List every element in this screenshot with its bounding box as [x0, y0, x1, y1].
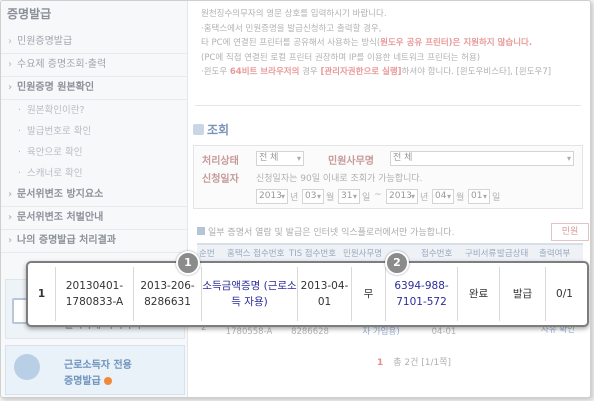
highlighted-row: 1 20130401-1780833-A 2013-206-8286631 소득…: [26, 261, 589, 327]
notice-highlight: 원도우 공유 프린터)은 지원하지 않습니다.: [380, 38, 533, 48]
notice-highlight: 64비트 브라우저의: [229, 67, 300, 77]
row-number-text: 1: [37, 288, 46, 300]
status-cell: 완료: [458, 267, 500, 321]
print-count-cell: 0/1: [556, 288, 573, 300]
table-header-cell: 구비서류: [465, 249, 497, 259]
table-header-cell: 발급상태: [497, 249, 529, 259]
info-icon: [197, 227, 205, 235]
sidebar-menu: 민원증명발급 수요제 증명조회·출력 민원증명 원본확인 원본확인이란? 발급번…: [1, 31, 187, 253]
status-select[interactable]: 전 체: [256, 151, 304, 166]
person-icon: [14, 354, 40, 380]
table-header-cell: 순번: [199, 249, 215, 259]
notice-line: ·홈택스에서 민원증명을 발급신청하고 출력할 경우,: [201, 23, 382, 34]
unit-month: 월: [456, 193, 465, 203]
sidebar: 증명발급 민원증명발급 수요제 증명조회·출력 민원증명 원본확인 원본확인이란…: [1, 1, 188, 397]
date-hint: 신청일자는 90일 이내로 조회가 가능합니다.: [256, 174, 423, 184]
from-month-select[interactable]: 03: [302, 189, 324, 204]
to-day-select[interactable]: 01: [468, 189, 490, 204]
section-title: 조회: [193, 121, 229, 138]
notice-text: 경우: [299, 67, 321, 77]
unit-day: 일: [492, 193, 501, 203]
to-year-select[interactable]: 2013: [386, 189, 418, 204]
browser-notice: 일부 증명서 열람 및 발급은 인터넷 익스플로러에서만 가능합니다.: [197, 225, 454, 238]
notice-highlight: [관리자권한으로 실행]: [320, 67, 402, 77]
table-header-cell: 접수번호: [421, 249, 453, 259]
notice-text: 타 PC에 연결된 프린터를 공유해서 사용하는 방식(: [201, 38, 381, 48]
divider: [195, 105, 581, 106]
date-label: 신청일자: [202, 174, 239, 185]
row-number: 1: [28, 267, 56, 321]
receipt-number-link[interactable]: 6394-988-7101-572: [386, 267, 458, 321]
sidebar-subitem-what-is[interactable]: 원본확인이란?: [1, 100, 187, 121]
notice-line: 타 PC에 연결된 프린터를 공유해서 사용하는 방식(원도우 공유 프린터)은…: [201, 36, 571, 51]
request-date: 2013-04-01: [298, 267, 352, 321]
section-title-text: 조회: [207, 123, 230, 137]
unit-year: 년: [290, 193, 299, 203]
callout-marker-1: 1: [176, 251, 200, 275]
notice-line: (PC에 직접 연결된 로컬 프린터 권장하며 IP를 이용한 네트워크 프린터…: [201, 52, 481, 63]
sidebar-subitem-scanner[interactable]: 스캐너로 확인: [1, 163, 187, 184]
search-icon: [193, 124, 204, 135]
notice-box: 원천징수의무자의 영문 상호를 입력하시기 바랍니다. ·홈택스에서 민원증명을…: [201, 7, 571, 80]
notice-line: 원천징수의무자의 영문 상호를 입력하시기 바랍니다.: [201, 9, 387, 19]
home-receipt-number: 20130401-1780833-A: [56, 267, 134, 321]
pagination: 1 총 2건 [1/1쪽]: [377, 355, 451, 368]
arrow-icon: [103, 377, 112, 385]
type-select[interactable]: 전 체: [390, 151, 574, 166]
table-header-cell: TIS 접수번호: [289, 249, 337, 259]
unit-year: 년: [420, 193, 429, 203]
banner-line2: 증명발급: [64, 372, 112, 387]
print-button[interactable]: 민원: [551, 223, 589, 241]
app-frame: 증명발급 민원증명발급 수요제 증명조회·출력 민원증명 원본확인 원본확인이란…: [0, 0, 591, 398]
sidebar-subitem-by-number[interactable]: 발급번호로 확인: [1, 121, 187, 142]
sidebar-title: 증명발급: [7, 7, 52, 21]
search-form: 처리상태 전 체 민원사무명 전 체 신청일자 신청일자는 90일 이내로 조회…: [193, 145, 583, 209]
status-label: 처리상태: [202, 156, 239, 167]
notice-text: 하셔야 합니다. [윈도우비스타], [윈도우7]: [401, 67, 552, 77]
main-content: 원천징수의무자의 영문 상호를 입력하시기 바랍니다. ·홈택스에서 민원증명을…: [187, 1, 590, 397]
callout-marker-2: 2: [385, 251, 409, 275]
from-year-select[interactable]: 2013: [256, 189, 288, 204]
tis-receipt-number: 2013-206-8286631: [134, 267, 202, 321]
page-summary: 총 2건 [1/1쪽]: [393, 358, 452, 368]
unit-day: 일: [362, 193, 371, 203]
current-page[interactable]: 1: [377, 358, 383, 368]
type-label: 민원사무명: [328, 156, 374, 167]
range-separator: ~: [374, 190, 382, 200]
sidebar-item-my-results[interactable]: 나의 증명발급 처리결과: [1, 230, 187, 253]
to-month-select[interactable]: 04: [432, 189, 454, 204]
sidebar-subitem-visual[interactable]: 육안으로 확인: [1, 142, 187, 163]
notice-line: ·윈도우 64비트 브라우저의 경우 [관리자권한으로 실행]하셔야 합니다. …: [201, 65, 571, 80]
sidebar-item-civil-issue[interactable]: 민원증명발급: [1, 31, 187, 54]
sidebar-item-forgery-prevention[interactable]: 문서위변조 방지요소: [1, 184, 187, 207]
browser-notice-text: 일부 증명서 열람 및 발급은 인터넷 익스플로러에서만 가능합니다.: [208, 228, 455, 238]
unit-month: 월: [326, 193, 335, 203]
attachment-flag: 무: [352, 267, 386, 321]
from-day-select[interactable]: 31: [338, 189, 360, 204]
issue-cell[interactable]: 발급: [500, 267, 546, 321]
table-header-cell: 민원사무명: [343, 249, 383, 259]
sidebar-item-forgery-penalty[interactable]: 문서위변조 처벌안내: [1, 207, 187, 230]
sidebar-item-original-check[interactable]: 민원증명 원본확인: [1, 77, 187, 100]
sidebar-item-view-print[interactable]: 수요제 증명조회·출력: [1, 54, 187, 77]
banner-line2-text: 증명발급: [64, 376, 101, 387]
notice-text: ·윈도우: [201, 67, 230, 77]
banner-line1: 근로소득자 전용: [64, 360, 132, 371]
table-header-cell: 홈택스 접수번호: [227, 249, 285, 259]
banner-earned-income[interactable]: 근로소득자 전용 증명발급: [5, 345, 185, 395]
table-header-cell: 출력여부: [539, 249, 571, 259]
document-name-link[interactable]: 소득금액증명 (근로소득 자용): [202, 267, 298, 321]
